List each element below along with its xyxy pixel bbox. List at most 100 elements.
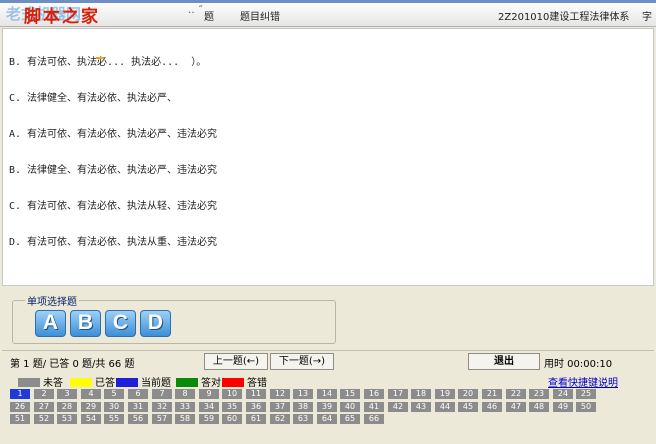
- question-number-24[interactable]: 24: [553, 389, 573, 399]
- question-number-5[interactable]: 5: [104, 389, 124, 399]
- legend-current: 当前题: [116, 374, 171, 389]
- toolbar-item-report-error[interactable]: 题目纠错: [240, 8, 280, 23]
- question-number-48[interactable]: 48: [529, 402, 549, 412]
- legend-label: 答对: [201, 378, 221, 389]
- question-number-63[interactable]: 63: [293, 414, 313, 424]
- question-number-65[interactable]: 65: [340, 414, 360, 424]
- question-number-3[interactable]: 3: [57, 389, 77, 399]
- question-number-20[interactable]: 20: [458, 389, 478, 399]
- legend-swatch: [222, 378, 244, 387]
- question-number-19[interactable]: 19: [435, 389, 455, 399]
- question-number-4[interactable]: 4: [81, 389, 101, 399]
- question-number-27[interactable]: 27: [34, 402, 54, 412]
- question-number-31[interactable]: 31: [128, 402, 148, 412]
- exit-button[interactable]: 退出: [468, 353, 540, 370]
- question-number-64[interactable]: 64: [317, 414, 337, 424]
- legend-swatch: [18, 378, 40, 387]
- question-number-30[interactable]: 30: [104, 402, 124, 412]
- question-number-45[interactable]: 45: [458, 402, 478, 412]
- legend-label: 答错: [247, 378, 267, 389]
- question-number-54[interactable]: 54: [81, 414, 101, 424]
- question-number-57[interactable]: 57: [152, 414, 172, 424]
- answer-b-button[interactable]: B: [70, 310, 101, 337]
- legend-correct: 答对: [176, 374, 221, 389]
- legend-swatch: [70, 378, 92, 387]
- answer-pane: 单项选择题 A B C D: [2, 288, 654, 350]
- question-number-34[interactable]: 34: [199, 402, 219, 412]
- question-number-9[interactable]: 9: [199, 389, 219, 399]
- question-number-13[interactable]: 13: [293, 389, 313, 399]
- toolbar-separator: ‥ ˝: [188, 5, 203, 16]
- answer-c-button[interactable]: C: [105, 310, 136, 337]
- legend-label: 已答: [95, 378, 115, 389]
- question-number-44[interactable]: 44: [435, 402, 455, 412]
- question-number-66[interactable]: 66: [364, 414, 384, 424]
- option-a-text: A. 有法可依、有法必依、执法必严、违法必究: [9, 129, 218, 140]
- question-number-26[interactable]: 26: [10, 402, 30, 412]
- watermark-text: 脚本之家: [24, 7, 100, 27]
- legend-label: 当前题: [141, 378, 171, 389]
- text-cursor-mark: [96, 57, 104, 59]
- question-number-8[interactable]: 8: [175, 389, 195, 399]
- answer-d-button[interactable]: D: [140, 310, 171, 337]
- question-number-61[interactable]: 61: [246, 414, 266, 424]
- question-number-47[interactable]: 47: [506, 402, 526, 412]
- question-number-36[interactable]: 36: [246, 402, 266, 412]
- question-number-52[interactable]: 52: [34, 414, 54, 424]
- option-c-text: C. 有法可依、有法必依、执法从轻、违法必究: [9, 201, 218, 212]
- question-number-51[interactable]: 51: [10, 414, 30, 424]
- question-line: B. 有法可依、执法必... 执法必... ）。: [9, 57, 207, 68]
- question-number-15[interactable]: 15: [340, 389, 360, 399]
- question-number-22[interactable]: 22: [506, 389, 526, 399]
- elapsed-timer: 用时 00:00:10: [544, 359, 613, 370]
- question-number-55[interactable]: 55: [104, 414, 124, 424]
- question-number-23[interactable]: 23: [529, 389, 549, 399]
- question-number-38[interactable]: 38: [293, 402, 313, 412]
- status-legend: 未答 已答 当前题 答对 答错 查看快捷键说明: [2, 372, 654, 389]
- question-number-33[interactable]: 33: [175, 402, 195, 412]
- question-number-37[interactable]: 37: [270, 402, 290, 412]
- question-number-56[interactable]: 56: [128, 414, 148, 424]
- question-number-2[interactable]: 2: [34, 389, 54, 399]
- question-number-58[interactable]: 58: [175, 414, 195, 424]
- toolbar-item-font[interactable]: 字: [642, 8, 652, 23]
- question-number-11[interactable]: 11: [246, 389, 266, 399]
- question-number-46[interactable]: 46: [482, 402, 502, 412]
- prev-question-button[interactable]: 上一题(←): [204, 353, 268, 370]
- legend-swatch: [176, 378, 198, 387]
- question-number-43[interactable]: 43: [411, 402, 431, 412]
- question-number-59[interactable]: 59: [199, 414, 219, 424]
- question-number-39[interactable]: 39: [317, 402, 337, 412]
- toolbar-item-question[interactable]: 题: [204, 8, 214, 23]
- question-number-16[interactable]: 16: [364, 389, 384, 399]
- question-number-40[interactable]: 40: [340, 402, 360, 412]
- question-number-1[interactable]: 1: [10, 389, 30, 399]
- question-number-41[interactable]: 41: [364, 402, 384, 412]
- question-number-28[interactable]: 28: [57, 402, 77, 412]
- question-number-7[interactable]: 7: [152, 389, 172, 399]
- question-number-21[interactable]: 21: [482, 389, 502, 399]
- question-number-53[interactable]: 53: [57, 414, 77, 424]
- question-number-60[interactable]: 60: [222, 414, 242, 424]
- question-number-50[interactable]: 50: [576, 402, 596, 412]
- progress-text: 第 1 题/ 已答 0 题/共 66 题: [10, 359, 135, 370]
- question-number-35[interactable]: 35: [222, 402, 242, 412]
- question-number-12[interactable]: 12: [270, 389, 290, 399]
- shortcut-help-link[interactable]: 查看快捷键说明: [548, 374, 618, 389]
- question-number-10[interactable]: 10: [222, 389, 242, 399]
- question-number-49[interactable]: 49: [553, 402, 573, 412]
- question-number-6[interactable]: 6: [128, 389, 148, 399]
- question-number-18[interactable]: 18: [411, 389, 431, 399]
- question-number-17[interactable]: 17: [388, 389, 408, 399]
- legend-swatch: [116, 378, 138, 387]
- question-number-62[interactable]: 62: [270, 414, 290, 424]
- navigation-bar: 第 1 题/ 已答 0 题/共 66 题 上一题(←) 下一题(→) 退出 用时…: [2, 350, 654, 371]
- question-number-42[interactable]: 42: [388, 402, 408, 412]
- question-number-14[interactable]: 14: [317, 389, 337, 399]
- answer-a-button[interactable]: A: [35, 310, 66, 337]
- next-question-button[interactable]: 下一题(→): [270, 353, 334, 370]
- question-number-29[interactable]: 29: [81, 402, 101, 412]
- watermark-logo: 老式机器网 脚本之家: [6, 4, 146, 27]
- question-number-32[interactable]: 32: [152, 402, 172, 412]
- question-number-25[interactable]: 25: [576, 389, 596, 399]
